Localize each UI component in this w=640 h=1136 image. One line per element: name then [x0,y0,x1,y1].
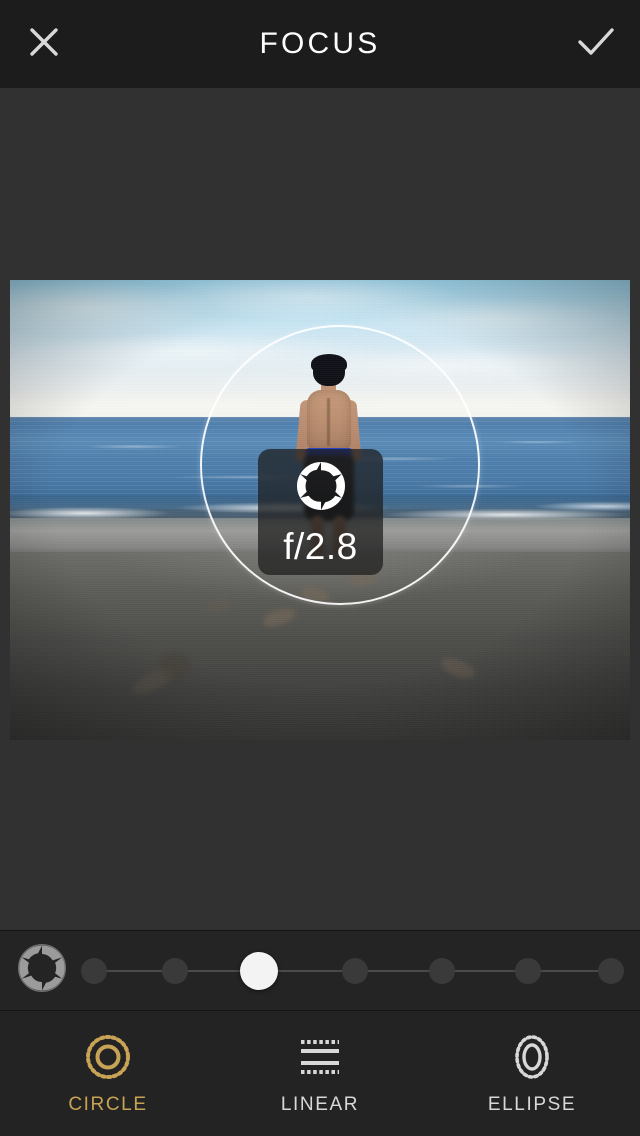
checkmark-icon [576,25,616,64]
aperture-badge: f/2.8 [258,449,383,575]
tab-linear-label: LINEAR [280,1093,360,1115]
aperture-icon [292,457,350,520]
focus-editor-screen: FOCUS f/2.8 CIRCLE LINEAR ELLIPSE [0,0,640,1136]
aperture-slider-track[interactable] [81,951,625,991]
shape-tab-bar: CIRCLE LINEAR ELLIPSE [0,1010,640,1136]
slider-stop-0[interactable] [81,957,108,984]
page-title: FOCUS [259,27,381,60]
ellipse-focus-icon [507,1032,557,1082]
top-bar: FOCUS [0,0,640,88]
aperture-icon [16,942,68,999]
beach-photo[interactable]: f/2.8 [10,280,630,740]
confirm-button[interactable] [552,0,640,88]
editor-canvas: f/2.8 [0,88,640,930]
slider-stop-4[interactable] [428,957,455,984]
aperture-value: f/2.8 [283,525,358,567]
slider-stop-3[interactable] [342,957,369,984]
slider-stop-2-selected[interactable] [239,951,278,990]
aperture-toggle-button[interactable] [0,942,84,999]
slider-stop-1[interactable] [162,957,189,984]
close-x-icon [27,25,61,64]
slider-stop-6[interactable] [598,957,625,984]
linear-focus-icon [295,1032,345,1082]
tab-circle-label: CIRCLE [68,1093,148,1115]
cancel-button[interactable] [0,0,88,88]
tab-ellipse[interactable]: ELLIPSE [472,1032,592,1116]
aperture-slider-bar [0,930,640,1010]
slider-stop-5[interactable] [514,957,541,984]
tab-circle[interactable]: CIRCLE [48,1032,168,1116]
circle-focus-icon [83,1032,133,1082]
tab-ellipse-label: ELLIPSE [487,1093,577,1115]
tab-linear[interactable]: LINEAR [260,1032,380,1116]
